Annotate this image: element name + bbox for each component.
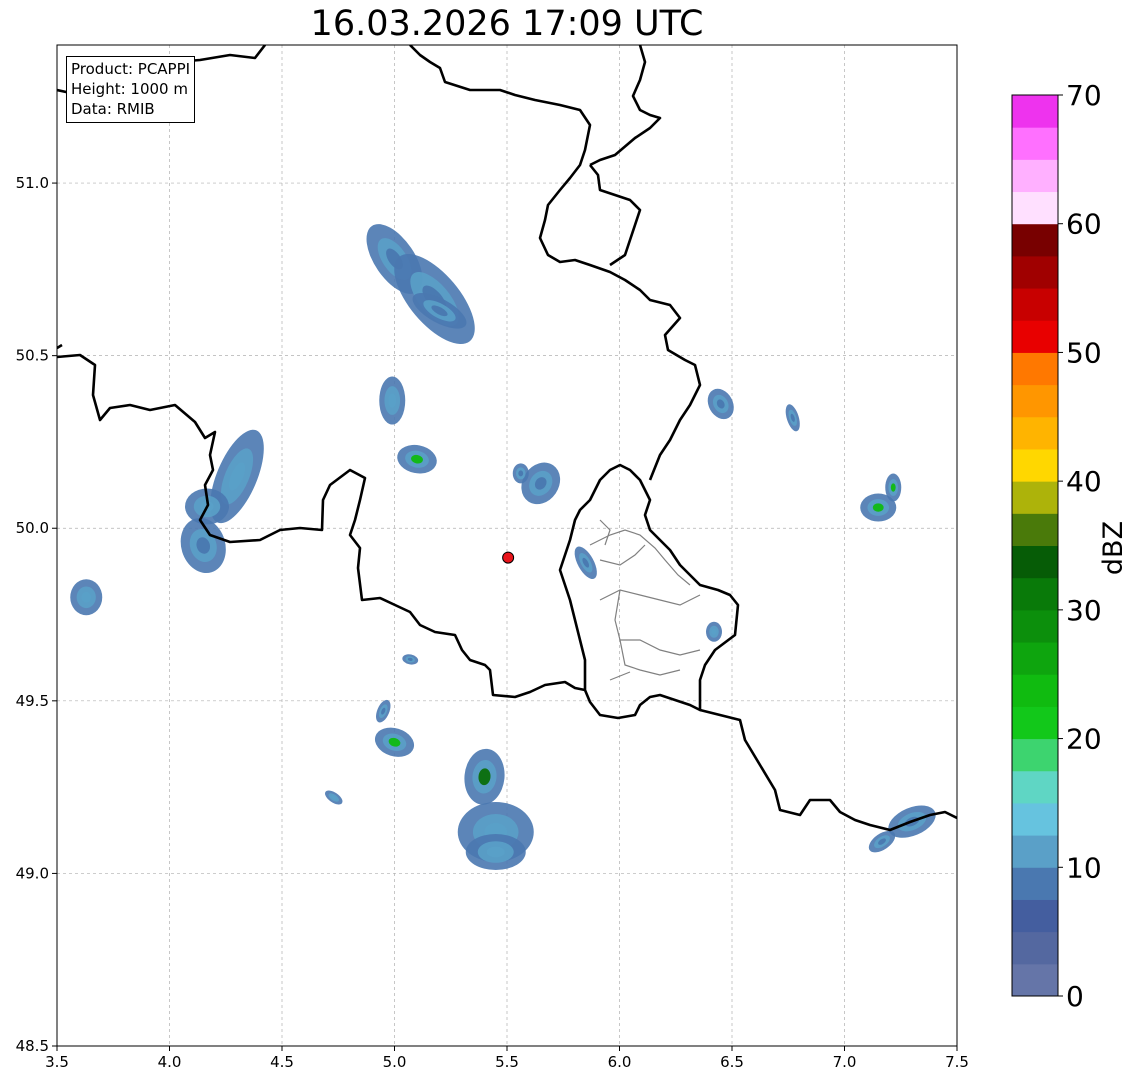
echo-cell xyxy=(70,579,103,616)
x-tick-label: 5.5 xyxy=(495,1053,519,1071)
y-tick-label: 51.0 xyxy=(16,174,49,192)
height-label: Height: 1000 m xyxy=(71,80,188,98)
y-tick-label: 48.5 xyxy=(16,1037,49,1055)
y-tick-label: 50.5 xyxy=(16,347,49,365)
echo-core xyxy=(518,470,524,477)
y-tick-label: 50.0 xyxy=(16,519,49,537)
x-tick-label: 5.0 xyxy=(383,1053,407,1071)
x-tick-label: 7.0 xyxy=(833,1053,857,1071)
x-tick-label: 4.0 xyxy=(158,1053,182,1071)
x-axis-ticks: 3.5 4.0 4.5 5.0 5.5 6.0 6.5 7.0 7.5 xyxy=(45,1046,969,1071)
echo-core xyxy=(890,483,896,492)
echo-core xyxy=(388,393,397,408)
echo-cell xyxy=(706,621,722,642)
echo-core xyxy=(711,628,717,635)
echo-core xyxy=(872,503,884,512)
echo-cell xyxy=(379,376,406,425)
product-label: Product: PCAPPI xyxy=(71,60,191,78)
echo-cell xyxy=(457,801,534,870)
x-tick-label: 4.5 xyxy=(270,1053,294,1071)
y-axis-ticks: 48.5 49.0 49.5 50.0 50.5 51.0 xyxy=(16,174,57,1055)
y-tick-label: 49.5 xyxy=(16,692,49,710)
y-tick-label: 49.0 xyxy=(16,864,49,882)
product-info-box: Product: PCAPPI Height: 1000 m Data: RMI… xyxy=(66,56,196,123)
x-tick-label: 7.5 xyxy=(945,1053,969,1071)
radar-site-marker xyxy=(502,551,515,564)
radar-map: 3.5 4.0 4.5 5.0 5.5 6.0 6.5 7.0 7.5 48.5 49.0 49.5… xyxy=(16,44,969,1071)
x-tick-label: 6.5 xyxy=(720,1053,744,1071)
x-tick-label: 3.5 xyxy=(45,1053,69,1071)
x-tick-label: 6.0 xyxy=(608,1053,632,1071)
echo-core xyxy=(486,846,505,858)
echo-core xyxy=(81,591,92,603)
data-source-label: Data: RMIB xyxy=(71,100,155,118)
